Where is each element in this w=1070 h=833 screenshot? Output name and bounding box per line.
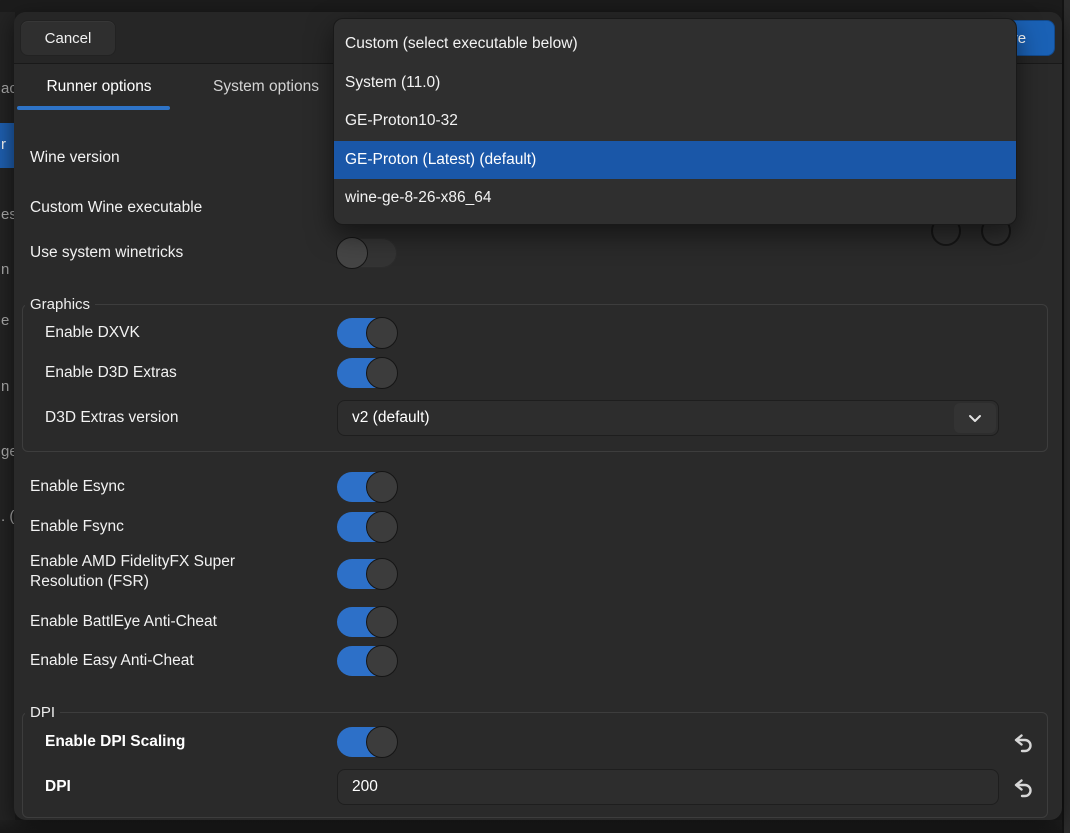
enable-easy-anticheat-label: Enable Easy Anti-Cheat bbox=[30, 651, 194, 671]
custom-wine-executable-label: Custom Wine executable bbox=[30, 198, 202, 218]
enable-dxvk-toggle[interactable] bbox=[337, 318, 397, 348]
underlay-selected-row: r bbox=[0, 123, 15, 168]
combo-chevron-button[interactable] bbox=[954, 403, 996, 433]
undo-icon bbox=[1012, 733, 1034, 753]
toggle-knob bbox=[366, 645, 398, 677]
enable-d3d-extras-label: Enable D3D Extras bbox=[45, 363, 177, 383]
dpi-label: DPI bbox=[45, 777, 71, 797]
underlying-window-right-edge bbox=[1062, 0, 1070, 833]
underlay-text-fragment: n bbox=[1, 378, 9, 395]
wine-version-option-ge-proton-latest[interactable]: GE-Proton (Latest) (default) bbox=[334, 141, 1016, 180]
cancel-button[interactable]: Cancel bbox=[20, 20, 116, 56]
enable-d3d-extras-toggle[interactable] bbox=[337, 358, 397, 388]
reset-dpi-button[interactable] bbox=[1010, 776, 1036, 800]
underlay-text-fragment: r bbox=[1, 136, 6, 153]
wine-version-option-custom[interactable]: Custom (select executable below) bbox=[334, 25, 1016, 64]
enable-fsr-label: Enable AMD FidelityFX Super Resolution (… bbox=[30, 552, 290, 592]
underlay-text-fragment: ge bbox=[1, 443, 15, 460]
enable-dpi-scaling-toggle[interactable] bbox=[337, 727, 397, 757]
tab-system-options[interactable]: System options bbox=[188, 64, 344, 110]
dpi-input[interactable] bbox=[337, 769, 999, 805]
use-system-winetricks-label: Use system winetricks bbox=[30, 243, 183, 263]
underlying-window-bottom-edge bbox=[0, 820, 1070, 833]
graphics-group-title: Graphics bbox=[25, 295, 95, 315]
enable-esync-label: Enable Esync bbox=[30, 477, 125, 497]
dpi-group-title: DPI bbox=[25, 703, 60, 723]
underlying-window-left-edge: ac r es n e n ge . ( bbox=[0, 0, 15, 833]
wine-version-option-wine-ge[interactable]: wine-ge-8-26-x86_64 bbox=[334, 179, 1016, 218]
tab-runner-options[interactable]: Runner options bbox=[18, 64, 180, 110]
underlying-window-top-edge bbox=[0, 0, 1070, 12]
enable-fsync-toggle[interactable] bbox=[337, 512, 397, 542]
enable-battleye-label: Enable BattlEye Anti-Cheat bbox=[30, 612, 217, 632]
screen: ac r es n e n ge . ( Cancel Save Runner … bbox=[0, 0, 1070, 833]
toggle-knob bbox=[366, 357, 398, 389]
enable-dpi-scaling-label: Enable DPI Scaling bbox=[45, 732, 185, 752]
toggle-knob bbox=[366, 511, 398, 543]
d3d-extras-version-value: v2 (default) bbox=[352, 401, 430, 435]
toggle-knob bbox=[366, 726, 398, 758]
enable-easy-anticheat-toggle[interactable] bbox=[337, 646, 397, 676]
wine-version-option-system[interactable]: System (11.0) bbox=[334, 64, 1016, 103]
enable-esync-toggle[interactable] bbox=[337, 472, 397, 502]
chevron-down-icon bbox=[968, 414, 982, 423]
wine-version-label: Wine version bbox=[30, 148, 120, 168]
d3d-extras-version-combo[interactable]: v2 (default) bbox=[337, 400, 999, 436]
enable-battleye-toggle[interactable] bbox=[337, 607, 397, 637]
reset-dpi-scaling-button[interactable] bbox=[1010, 731, 1036, 755]
enable-dxvk-label: Enable DXVK bbox=[45, 323, 140, 343]
underlay-text-fragment: n bbox=[1, 261, 9, 278]
use-system-winetricks-toggle[interactable] bbox=[337, 238, 397, 268]
undo-icon bbox=[1012, 778, 1034, 798]
toggle-knob bbox=[366, 317, 398, 349]
wine-version-dropdown: Custom (select executable below) System … bbox=[333, 18, 1017, 225]
underlay-text-fragment: e bbox=[1, 312, 9, 329]
active-tab-indicator bbox=[17, 106, 170, 110]
enable-fsync-label: Enable Fsync bbox=[30, 517, 124, 537]
toggle-knob bbox=[366, 558, 398, 590]
d3d-extras-version-label: D3D Extras version bbox=[45, 408, 179, 428]
underlay-text-fragment: ac bbox=[1, 80, 15, 97]
toggle-knob bbox=[366, 606, 398, 638]
toggle-knob bbox=[366, 471, 398, 503]
underlay-text-fragment: . ( bbox=[1, 508, 14, 525]
underlay-text-fragment: es bbox=[1, 206, 15, 223]
enable-fsr-toggle[interactable] bbox=[337, 559, 397, 589]
toggle-knob bbox=[336, 237, 368, 269]
wine-version-option-ge-proton10-32[interactable]: GE-Proton10-32 bbox=[334, 102, 1016, 141]
